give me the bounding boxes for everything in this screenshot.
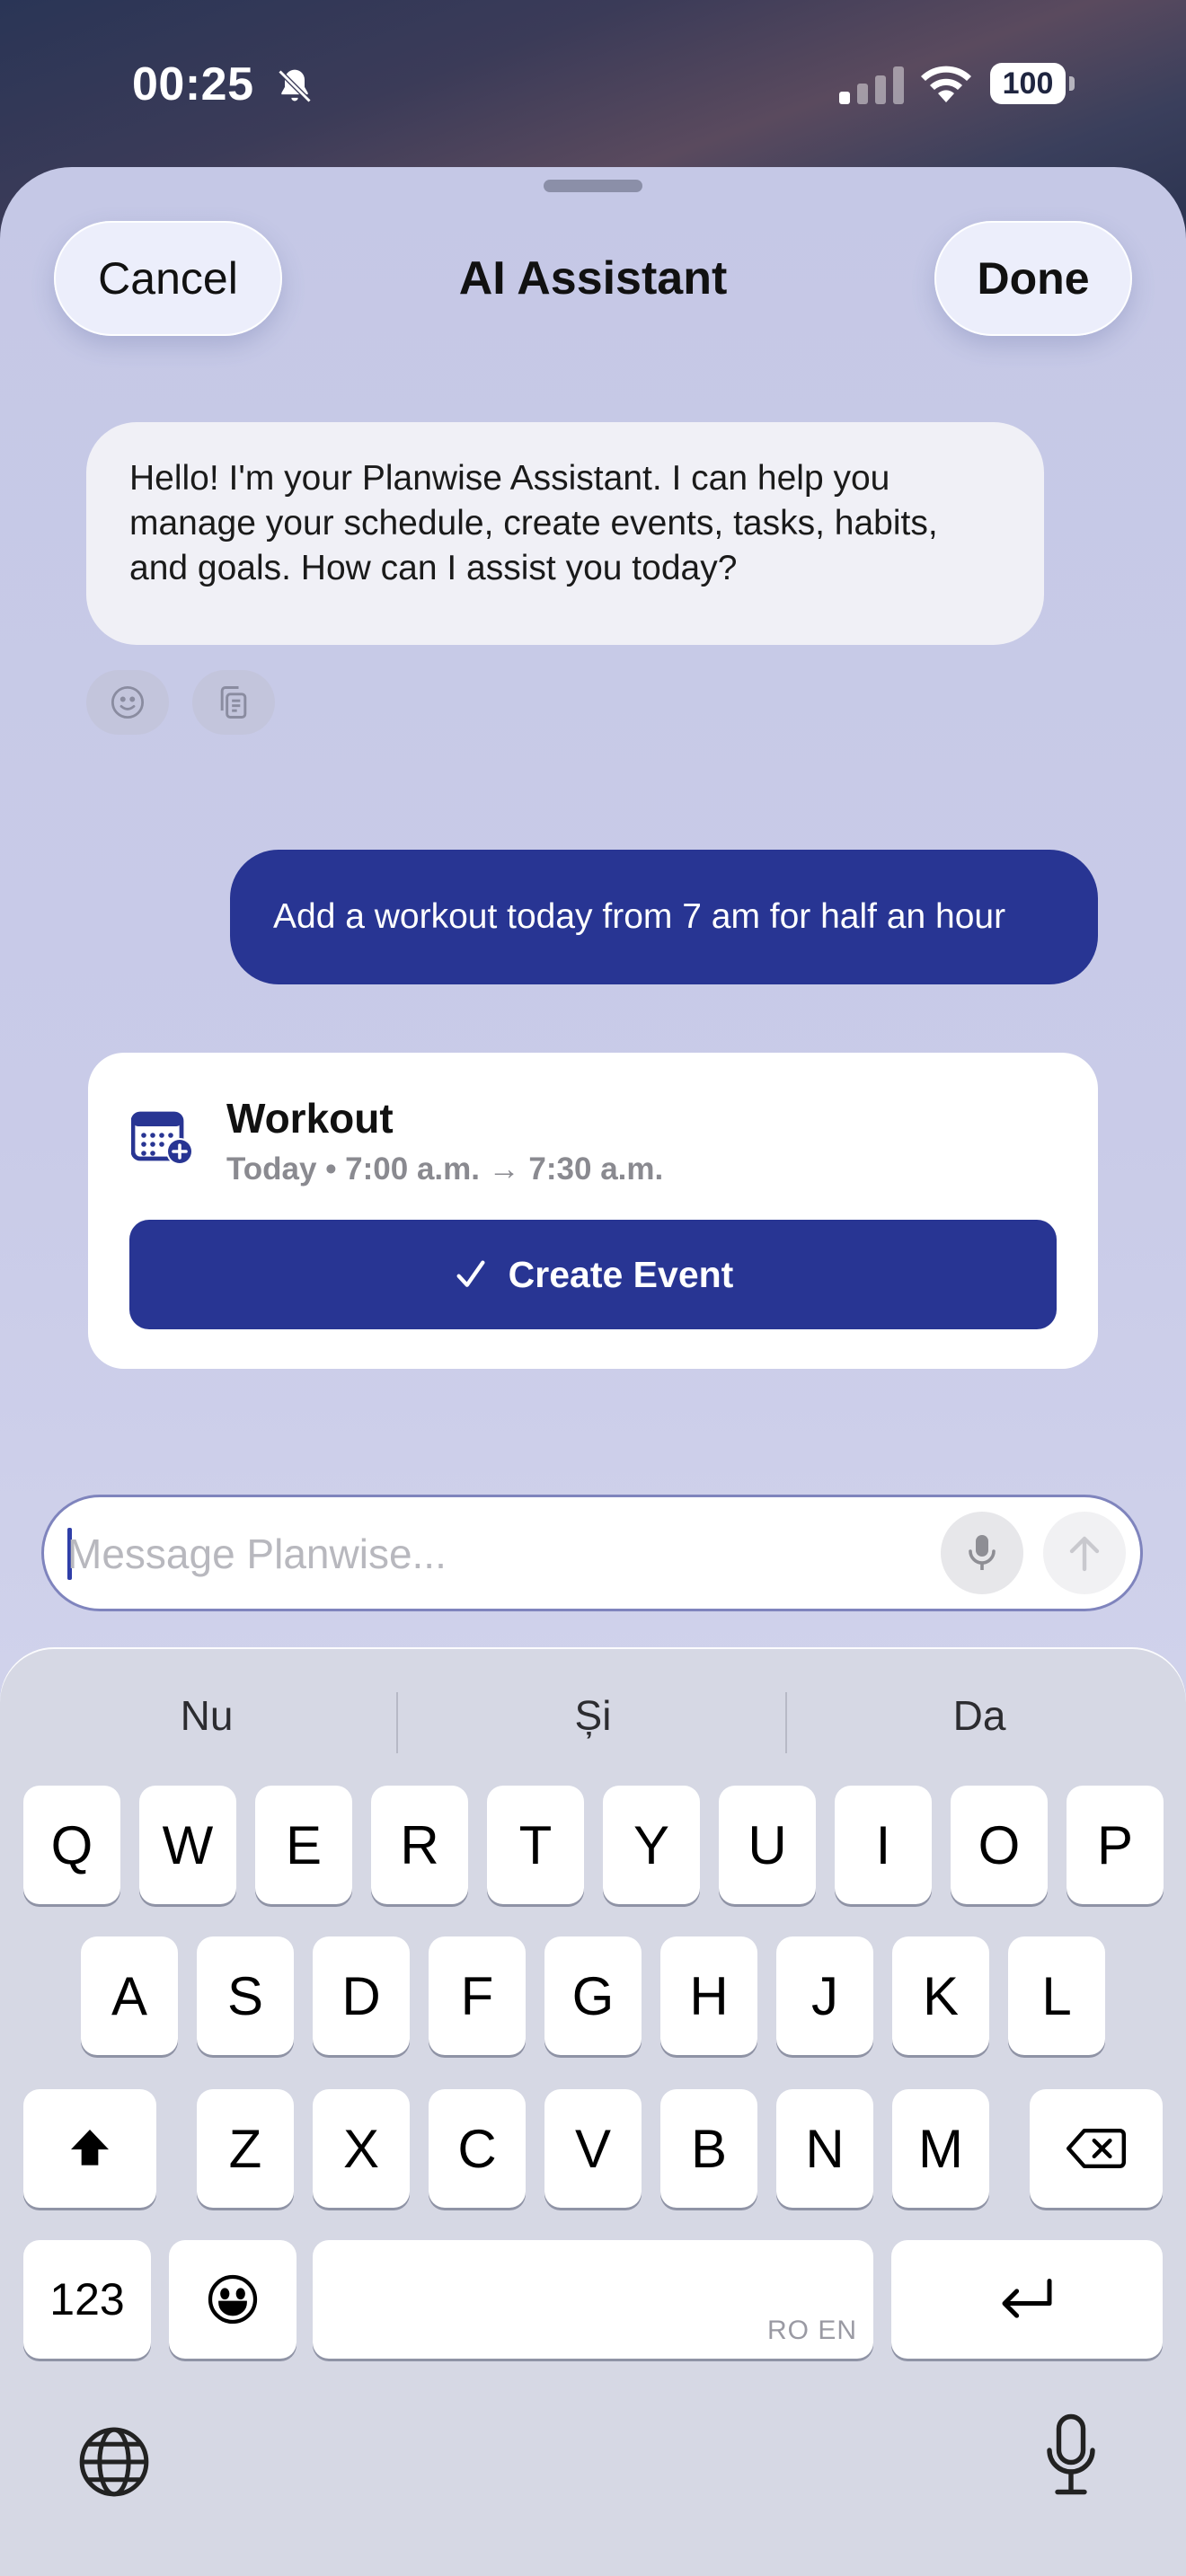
message-input[interactable] <box>66 1515 950 1592</box>
status-time: 00:25 <box>132 58 254 110</box>
sheet-grabber[interactable] <box>544 180 642 192</box>
event-title: Workout <box>226 1095 394 1142</box>
assistant-message: Hello! I'm your Planwise Assistant. I ca… <box>86 422 1044 645</box>
emoji-key[interactable] <box>169 2240 296 2359</box>
key-j[interactable]: J <box>776 1936 873 2055</box>
smiley-icon <box>111 685 145 719</box>
key-v[interactable]: V <box>544 2089 642 2208</box>
react-button[interactable] <box>86 670 169 735</box>
return-key[interactable] <box>891 2240 1163 2359</box>
create-event-button[interactable]: Create Event <box>129 1220 1057 1329</box>
wifi-icon <box>918 63 974 109</box>
suggestion-3[interactable]: Da <box>800 1680 1159 1751</box>
key-s[interactable]: S <box>197 1936 294 2055</box>
emoji-icon <box>208 2274 258 2325</box>
key-b[interactable]: B <box>660 2089 757 2208</box>
key-p[interactable]: P <box>1067 1786 1164 1904</box>
key-d[interactable]: D <box>313 1936 410 2055</box>
battery-icon: 100 <box>990 63 1075 106</box>
key-x[interactable]: X <box>313 2089 410 2208</box>
key-c[interactable]: C <box>429 2089 526 2208</box>
message-composer <box>41 1495 1143 1611</box>
copy-icon <box>220 686 247 719</box>
key-g[interactable]: G <box>544 1936 642 2055</box>
key-y[interactable]: Y <box>603 1786 700 1904</box>
voice-input-button[interactable] <box>941 1512 1023 1594</box>
silent-mode-icon <box>275 66 314 110</box>
cancel-button[interactable]: Cancel <box>54 221 282 336</box>
event-time: Today • 7:00 a.m. → 7:30 a.m. <box>226 1151 664 1187</box>
cellular-signal-icon <box>839 66 904 109</box>
event-suggestion-card: Workout Today • 7:00 a.m. → 7:30 a.m. Cr… <box>88 1053 1098 1369</box>
key-i[interactable]: I <box>835 1786 932 1904</box>
key-h[interactable]: H <box>660 1936 757 2055</box>
numbers-key[interactable]: 123 <box>23 2240 151 2359</box>
key-t[interactable]: T <box>487 1786 584 1904</box>
language-indicator: RO EN <box>766 2316 857 2345</box>
suggestion-1[interactable]: Nu <box>27 1680 386 1751</box>
user-message: Add a workout today from 7 am for half a… <box>230 850 1098 984</box>
key-k[interactable]: K <box>892 1936 989 2055</box>
return-icon <box>1002 2279 1052 2318</box>
status-bar: 00:25 100 <box>0 0 1186 171</box>
space-key[interactable]: RO EN <box>313 2240 873 2359</box>
arrow-up-icon <box>1069 1536 1100 1572</box>
key-a[interactable]: A <box>81 1936 178 2055</box>
key-z[interactable]: Z <box>197 2089 294 2208</box>
suggestion-2[interactable]: Și <box>413 1680 773 1751</box>
keyboard: Nu Și Da Q W E R T Y U I O P A S D F G H… <box>0 1647 1186 2576</box>
battery-level: 100 <box>1002 66 1054 101</box>
send-button[interactable] <box>1043 1512 1126 1594</box>
delete-key[interactable] <box>1030 2089 1163 2208</box>
key-q[interactable]: Q <box>23 1786 120 1904</box>
checkmark-icon <box>456 1260 485 1287</box>
create-event-label: Create Event <box>508 1253 734 1295</box>
copy-button[interactable] <box>192 670 275 735</box>
key-f[interactable]: F <box>429 1936 526 2055</box>
key-r[interactable]: R <box>371 1786 468 1904</box>
dictation-microphone-icon[interactable] <box>1044 2413 1098 2503</box>
predictive-bar: Nu Și Da <box>0 1680 1186 1753</box>
microphone-icon <box>969 1535 996 1570</box>
key-e[interactable]: E <box>255 1786 352 1904</box>
calendar-add-icon <box>130 1108 196 1170</box>
key-w[interactable]: W <box>139 1786 236 1904</box>
key-u[interactable]: U <box>719 1786 816 1904</box>
key-n[interactable]: N <box>776 2089 873 2208</box>
key-o[interactable]: O <box>951 1786 1048 1904</box>
key-l[interactable]: L <box>1008 1936 1105 2055</box>
globe-icon[interactable] <box>75 2423 153 2505</box>
shift-key[interactable] <box>23 2089 156 2208</box>
done-button[interactable]: Done <box>934 221 1132 336</box>
backspace-icon <box>1067 2129 1126 2168</box>
shift-icon <box>71 2130 109 2166</box>
key-m[interactable]: M <box>892 2089 989 2208</box>
